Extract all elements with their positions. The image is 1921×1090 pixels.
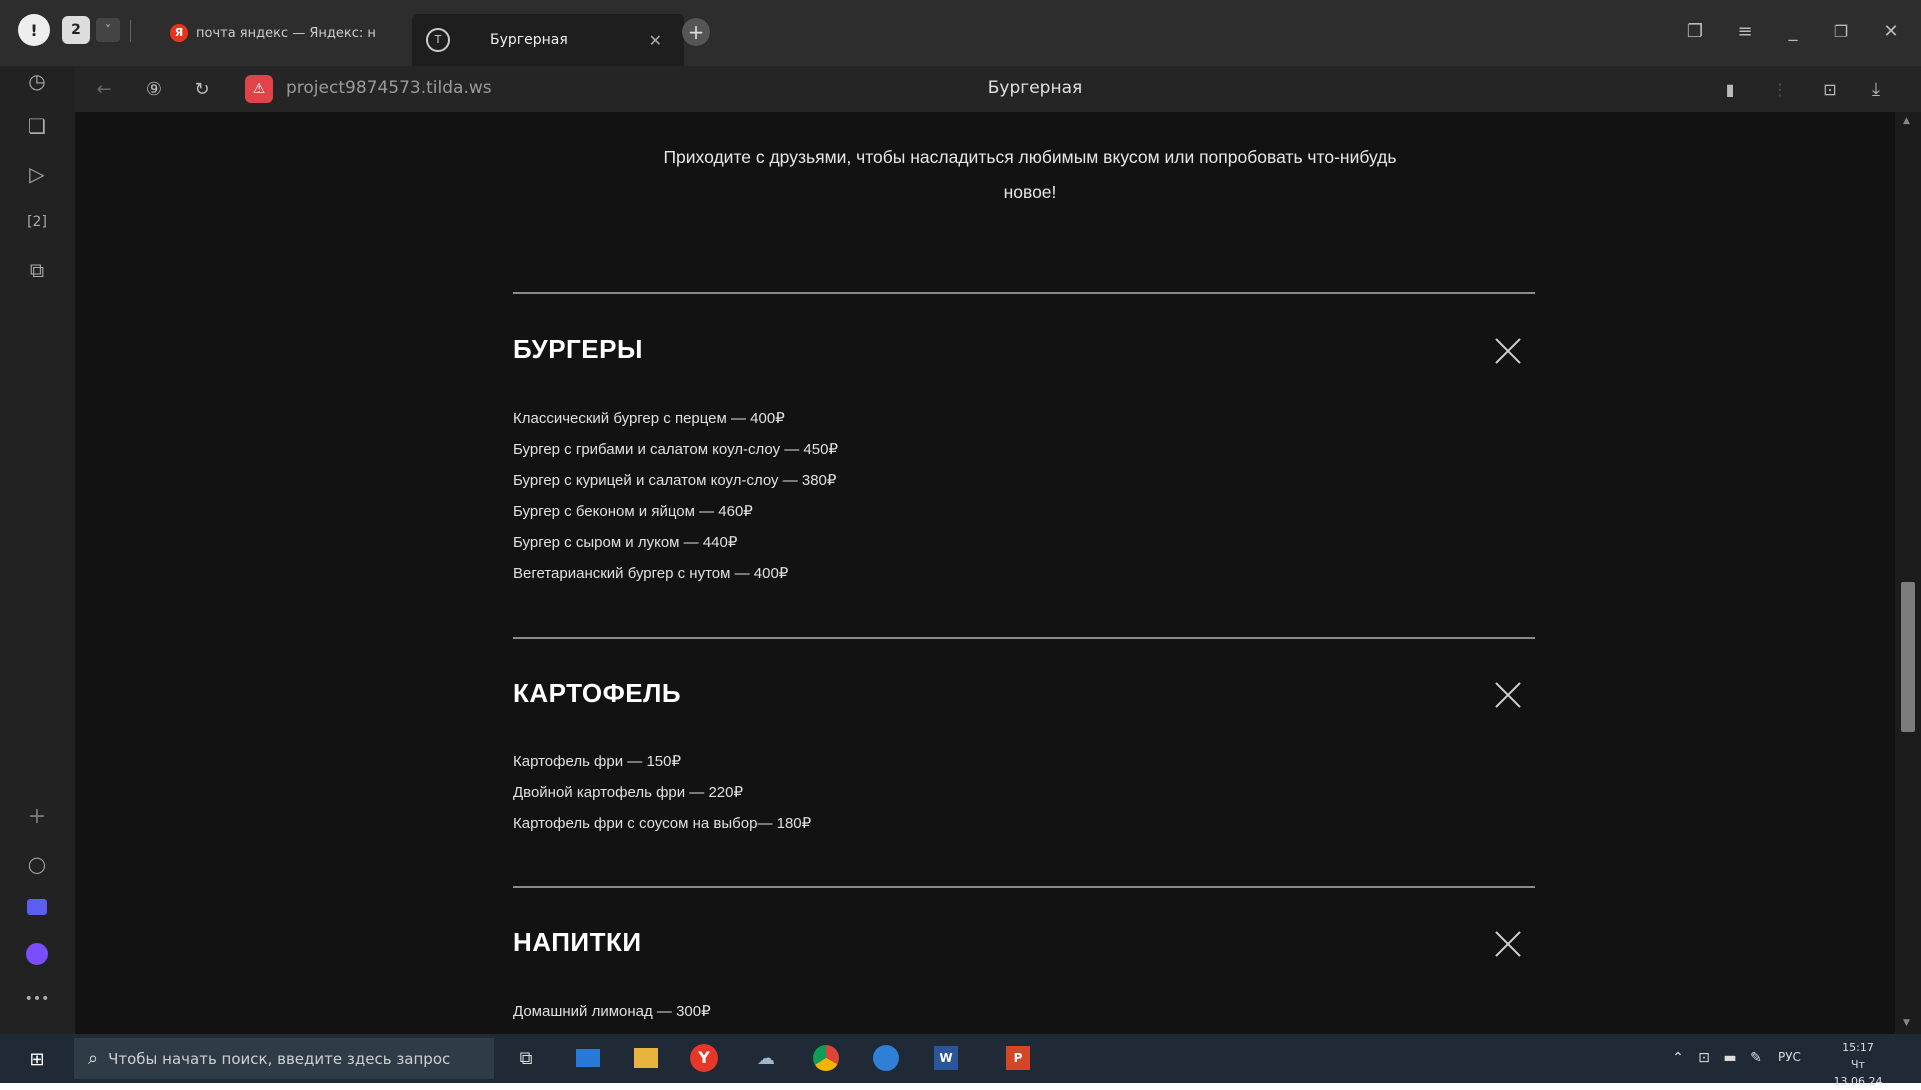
file-explorer-icon[interactable] bbox=[630, 1042, 662, 1074]
picture-in-picture-icon[interactable]: ⧉ bbox=[22, 255, 52, 285]
tab-burger-shop[interactable]: T Бургерная ✕ bbox=[412, 14, 684, 66]
tab-counter-sidebar-icon[interactable]: [2] bbox=[22, 207, 52, 237]
tab-count: 2 bbox=[71, 22, 81, 38]
back-arrow-icon[interactable]: ← bbox=[89, 74, 119, 104]
minimize-icon[interactable]: _ bbox=[1778, 16, 1808, 46]
chrome-icon[interactable] bbox=[810, 1042, 842, 1074]
clock-time: 15:17 bbox=[1842, 1041, 1874, 1054]
menu-item: Бургер с курицей и салатом коул-слоу — 3… bbox=[513, 472, 837, 489]
messenger-icon[interactable] bbox=[22, 892, 52, 922]
messenger-app-icon[interactable] bbox=[870, 1042, 902, 1074]
status-icon[interactable]: ◯ bbox=[22, 849, 52, 879]
plus-icon: + bbox=[687, 20, 705, 44]
tab-yandex-mail[interactable]: Я почта яндекс — Яндекс: н bbox=[170, 12, 410, 54]
tab-separator bbox=[130, 20, 131, 42]
download-icon[interactable]: ⤓ bbox=[1861, 74, 1891, 104]
restore-icon[interactable]: ❐ bbox=[1826, 16, 1856, 46]
reload-icon[interactable]: ↻ bbox=[187, 74, 217, 104]
yandex-browser-icon[interactable]: Y bbox=[688, 1042, 720, 1074]
category-title-potatoes[interactable]: КАРТОФЕЛЬ bbox=[513, 678, 681, 709]
alice-voice-assistant-icon[interactable]: ! bbox=[18, 14, 50, 46]
menu-item: Картофель фри с соусом на выбор— 180₽ bbox=[513, 815, 812, 832]
powerpoint-icon[interactable]: P bbox=[1002, 1042, 1034, 1074]
tab-counter-button[interactable]: 2 bbox=[62, 16, 90, 44]
weather-app-icon[interactable]: ☁ bbox=[750, 1042, 782, 1074]
new-tab-button[interactable]: + bbox=[682, 18, 710, 46]
warning-icon[interactable]: ⚠ bbox=[245, 75, 273, 103]
search-icon: ⌕ bbox=[88, 1048, 99, 1069]
search-placeholder: Чтобы начать поиск, введите здесь запрос bbox=[108, 1049, 451, 1068]
scrollbar-thumb[interactable] bbox=[1901, 582, 1915, 732]
task-view-icon[interactable]: ⧉ bbox=[510, 1042, 542, 1074]
clock[interactable]: 15:17 Чт 13.06.24 bbox=[1826, 1039, 1890, 1090]
collections-icon[interactable]: ❐ bbox=[1680, 16, 1710, 46]
close-tab-icon[interactable]: ✕ bbox=[649, 31, 662, 50]
scroll-down-arrow-icon[interactable]: ▼ bbox=[1903, 1018, 1910, 1028]
section-divider bbox=[513, 292, 1535, 294]
tilda-icon: T bbox=[426, 28, 450, 52]
windows-start-icon[interactable]: ⊞ bbox=[24, 1046, 50, 1072]
menu-item: Бургер с беконом и яйцом — 460₽ bbox=[513, 503, 753, 520]
menu-item: Вегетарианский бургер с нутом — 400₽ bbox=[513, 565, 789, 582]
menu-item: Домашний лимонад — 300₽ bbox=[513, 1003, 711, 1020]
menu-item: Картофель фри — 150₽ bbox=[513, 753, 682, 770]
page-content: Приходите с друзьями, чтобы насладиться … bbox=[75, 112, 1895, 1034]
page-title: Бургерная bbox=[987, 78, 1083, 98]
menu-item: Бургер с сыром и луком — 440₽ bbox=[513, 534, 738, 551]
category-title-drinks[interactable]: НАПИТКИ bbox=[513, 927, 642, 958]
taskbar-search-box[interactable]: ⌕ Чтобы начать поиск, введите здесь запр… bbox=[74, 1038, 494, 1079]
history-clock-icon[interactable]: ◷ bbox=[22, 66, 52, 96]
language-indicator[interactable]: РУС bbox=[1778, 1050, 1801, 1064]
tab-list-chevron-icon[interactable]: ˅ bbox=[96, 18, 120, 42]
menu-icon[interactable]: ≡ bbox=[1730, 16, 1760, 46]
clock-date: Чт 13.06.24 bbox=[1833, 1058, 1883, 1088]
category-title-burgers[interactable]: БУРГЕРЫ bbox=[513, 334, 643, 365]
vertical-scrollbar[interactable]: ▲ ▼ bbox=[1895, 112, 1921, 1034]
intro-text: Приходите с друзьями, чтобы насладиться … bbox=[505, 140, 1555, 210]
collapse-close-icon[interactable] bbox=[1493, 929, 1523, 959]
menu-item: Классический бургер с перцем — 400₽ bbox=[513, 410, 785, 427]
section-divider bbox=[513, 886, 1535, 888]
section-divider bbox=[513, 637, 1535, 639]
scroll-up-arrow-icon[interactable]: ▲ bbox=[1903, 116, 1910, 126]
address-bar: ← ⑨ ↻ ⚠ project9874573.tilda.ws Бургерна… bbox=[75, 66, 1921, 112]
menu-item: Двойной картофель фри — 220₽ bbox=[513, 784, 744, 801]
alice-icon[interactable] bbox=[22, 939, 52, 969]
pen-icon[interactable]: ✎ bbox=[1740, 1042, 1772, 1074]
intro-line-2: новое! bbox=[1003, 182, 1057, 202]
add-panel-icon[interactable]: + bbox=[22, 801, 52, 831]
yandex-protect-icon[interactable]: ⑨ bbox=[139, 74, 169, 104]
screen: ! 2 ˅ Я почта яндекс — Яндекс: н T Бурге… bbox=[0, 0, 1921, 1088]
tab-label: Бургерная bbox=[490, 32, 568, 48]
divider-icon: ⋮ bbox=[1772, 79, 1788, 99]
browser-sidebar: ◷ ❏ ▷ [2] ⧉ + ◯ ••• bbox=[0, 66, 75, 1034]
browser-tab-bar: ! 2 ˅ Я почта яндекс — Яндекс: н T Бурге… bbox=[0, 0, 1921, 66]
close-window-icon[interactable]: ✕ bbox=[1876, 16, 1906, 46]
more-icon[interactable]: ••• bbox=[22, 984, 52, 1014]
collections-sidebar-icon[interactable]: ❏ bbox=[22, 111, 52, 141]
collapse-close-icon[interactable] bbox=[1493, 336, 1523, 366]
play-icon[interactable]: ▷ bbox=[22, 159, 52, 189]
intro-line-1: Приходите с друзьями, чтобы насладиться … bbox=[663, 147, 1397, 167]
mail-app-icon[interactable] bbox=[572, 1042, 604, 1074]
yandex-y-icon: Я bbox=[170, 24, 188, 42]
url-text[interactable]: project9874573.tilda.ws bbox=[286, 78, 492, 98]
menu-item: Бургер с грибами и салатом коул-слоу — 4… bbox=[513, 441, 838, 458]
extension-icon[interactable]: ⊡ bbox=[1815, 74, 1845, 104]
word-icon[interactable]: W bbox=[930, 1042, 962, 1074]
tab-label: почта яндекс — Яндекс: н bbox=[196, 25, 376, 41]
collapse-close-icon[interactable] bbox=[1493, 680, 1523, 710]
bookmark-icon[interactable]: ▮ bbox=[1715, 74, 1745, 104]
